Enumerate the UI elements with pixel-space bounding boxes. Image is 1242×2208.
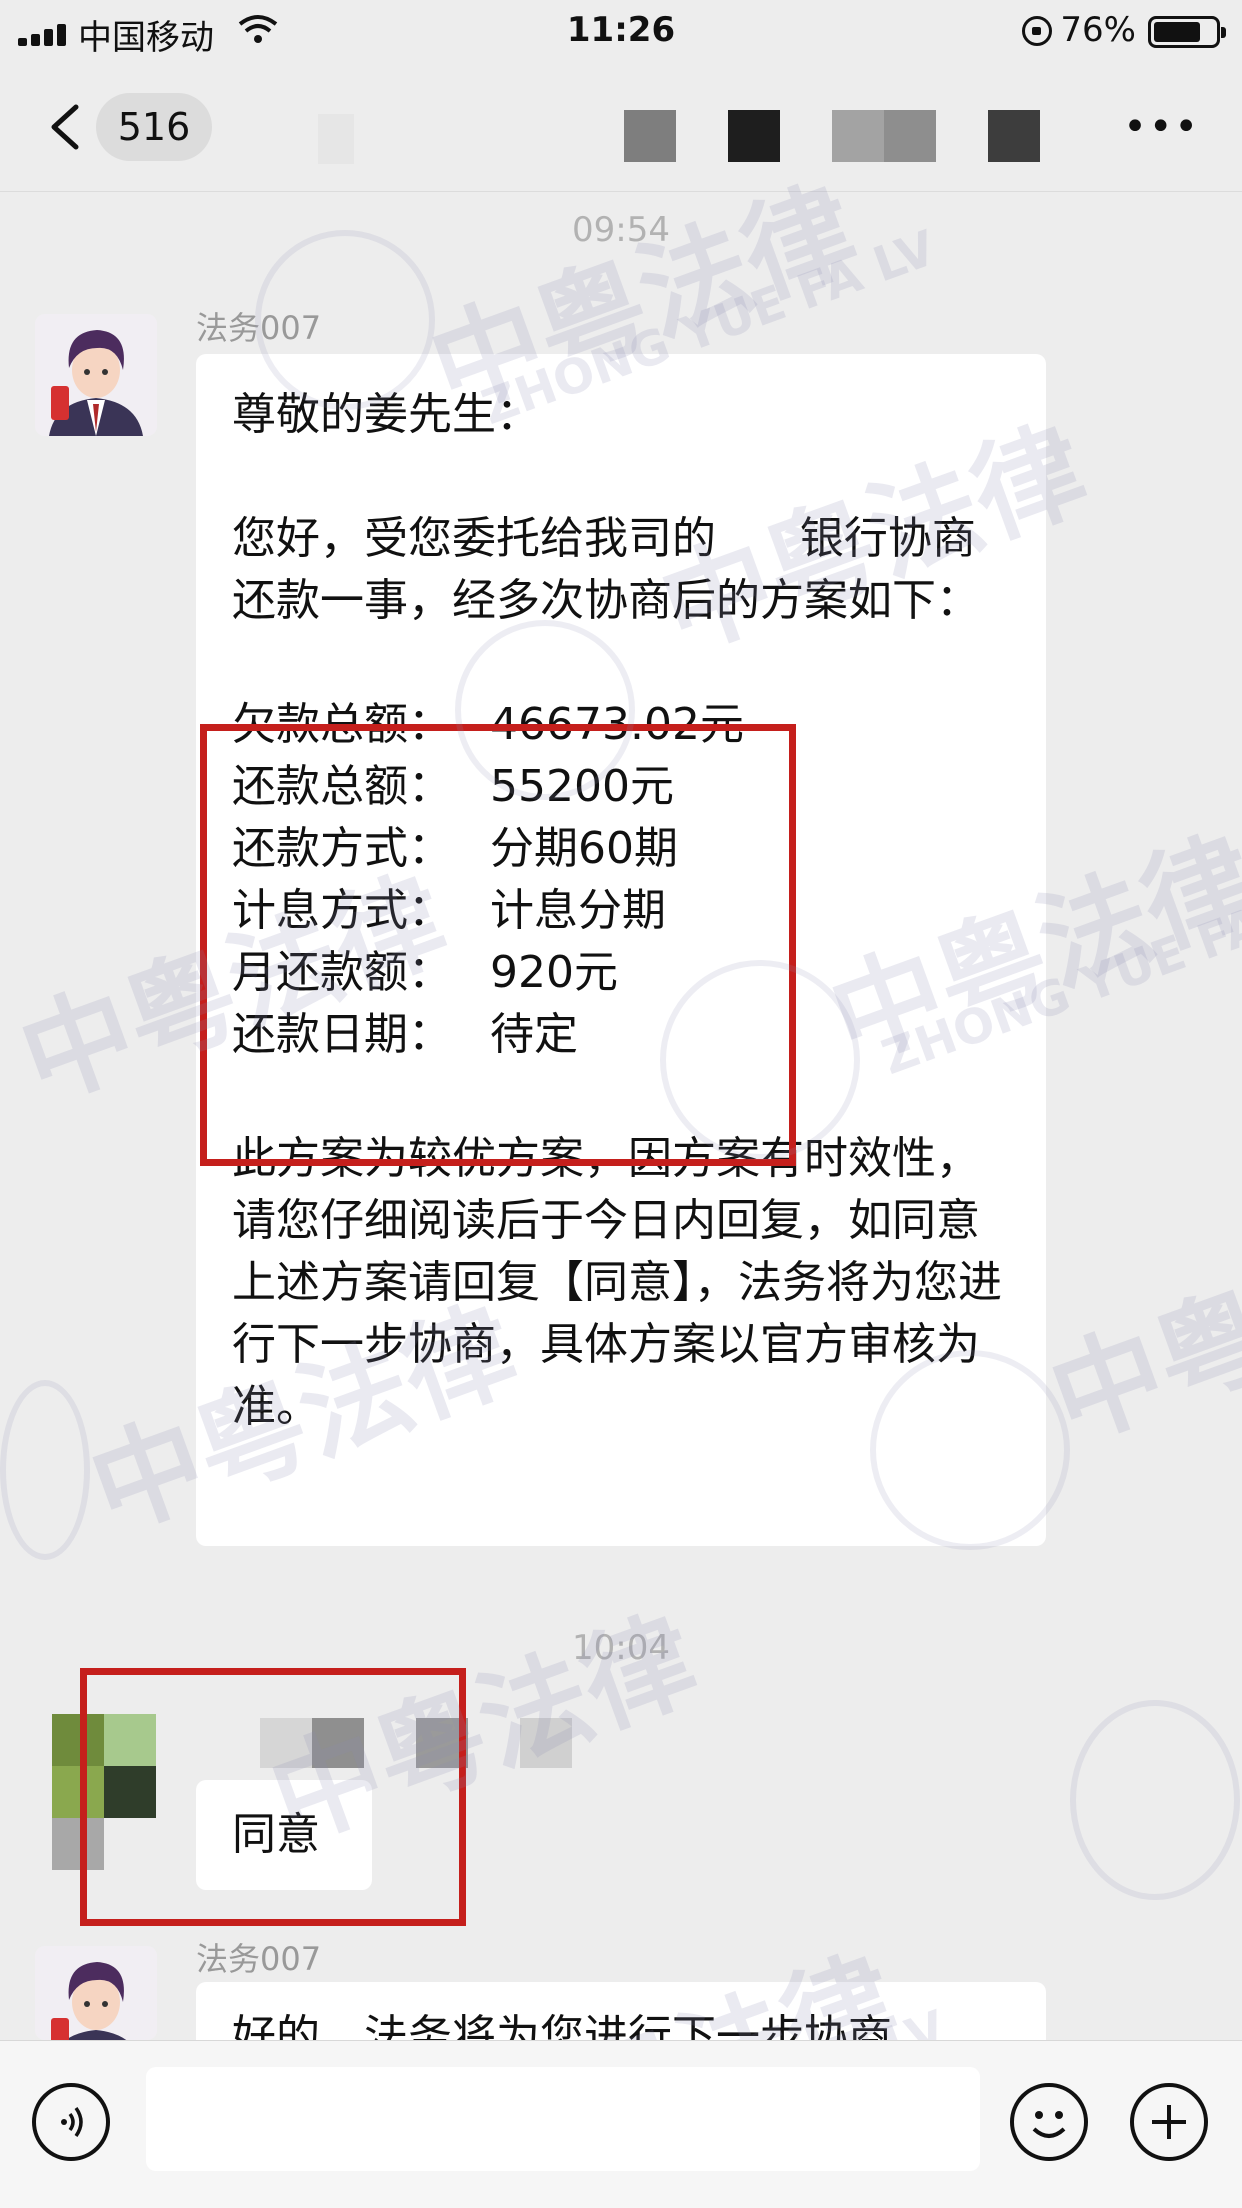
annotation-box-plan — [200, 724, 796, 1166]
message-outro: 此方案为较优方案，因方案有时效性，请您仔细阅读后于今日内回复，如同意上述方案请回… — [232, 1133, 1002, 1432]
sender-name: 法务007 — [196, 1940, 322, 1978]
unread-count-badge[interactable]: 516 — [96, 93, 212, 161]
lawyer-avatar-icon — [35, 1946, 157, 2040]
avatar[interactable] — [35, 1946, 157, 2040]
back-chevron-icon[interactable] — [46, 104, 86, 150]
annotation-box-reply — [80, 1668, 466, 1926]
battery-percentage: 76% — [1060, 10, 1136, 50]
message-intro: 您好，受您委托给我司的 银行协商还款一事，经多次协商后的方案如下： — [232, 513, 980, 626]
message-text: 好的，法务将为您进行下一步协商 — [232, 2011, 892, 2040]
voice-input-icon[interactable] — [32, 2083, 110, 2161]
plus-icon[interactable] — [1130, 2083, 1208, 2161]
message-greeting: 尊敬的姜先生： — [232, 389, 540, 440]
status-bar: 中国移动 11:26 76% — [0, 0, 1242, 62]
sender-name: 法务007 — [196, 309, 322, 347]
timestamp: 10:04 — [572, 1628, 670, 1668]
message-bubble[interactable]: 好的，法务将为您进行下一步协商 — [196, 1982, 1046, 2040]
emoji-icon[interactable] — [1010, 2083, 1088, 2161]
clock: 11:26 — [566, 10, 676, 50]
lawyer-avatar-icon — [35, 314, 157, 436]
chat-input-bar — [0, 2040, 1242, 2208]
avatar[interactable] — [35, 314, 157, 436]
message-input[interactable] — [146, 2067, 980, 2171]
more-options-icon[interactable]: ••• — [1123, 107, 1200, 147]
timestamp: 09:54 — [572, 210, 670, 250]
chat-header: 516 ••• — [0, 62, 1242, 192]
battery-icon — [1148, 16, 1226, 48]
rotation-lock-icon — [1022, 16, 1052, 46]
